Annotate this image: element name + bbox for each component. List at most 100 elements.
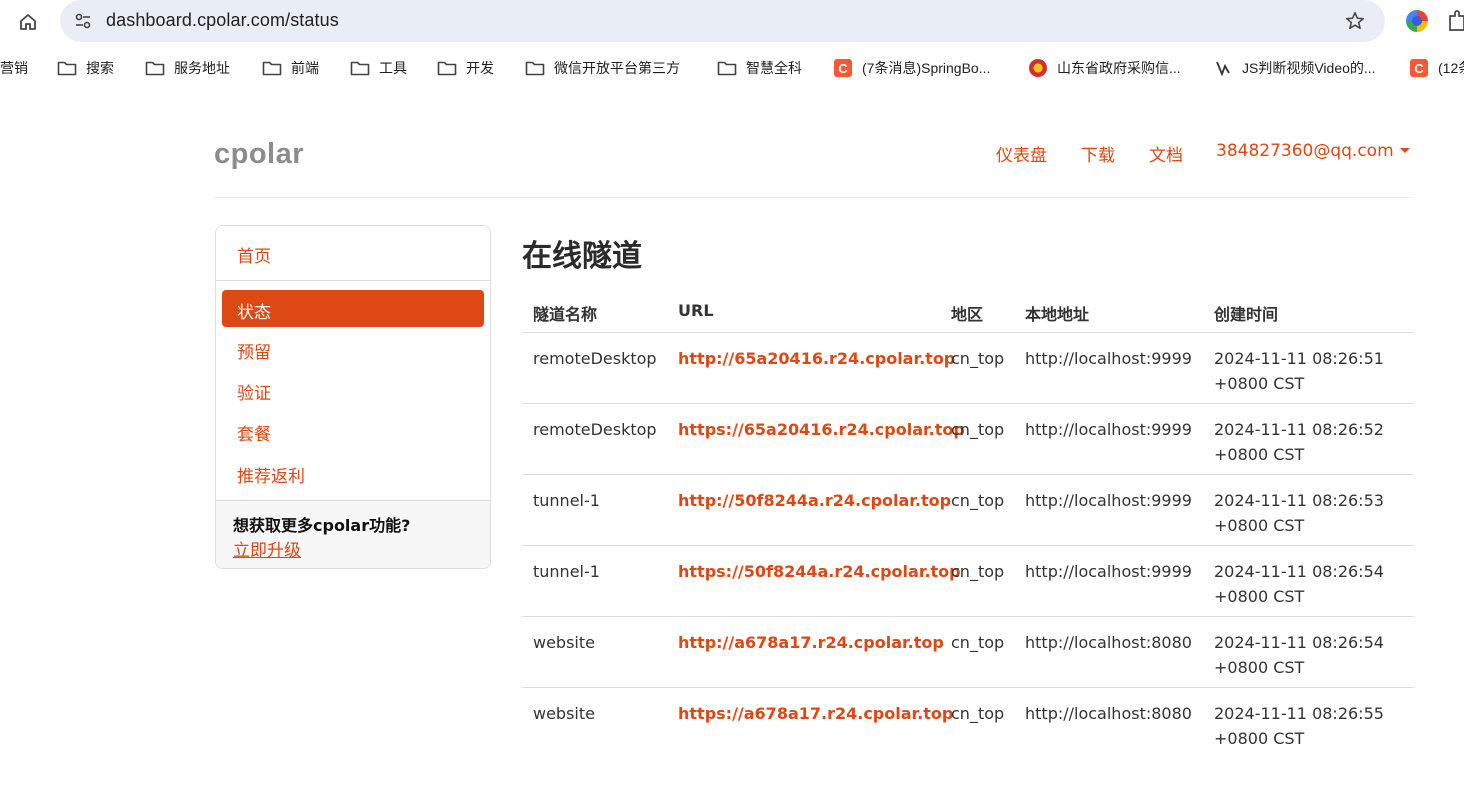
tunnel-name: tunnel-1 (533, 562, 600, 581)
account-email: 384827360@qq.com (1216, 141, 1394, 161)
tunnel-created-time: 2024-11-11 08:26:54 +0800 CST (1214, 559, 1384, 609)
sidebar: 首页 状态 预留 验证 套餐 推荐返利 想获取更多cpolar功能? 立即升级 (215, 225, 491, 569)
bookmark-label: 搜索 (86, 60, 114, 76)
brand-logo[interactable]: cpolar (214, 138, 304, 171)
tunnel-local-address: http://localhost:9999 (1025, 349, 1192, 368)
column-header: 本地地址 (1025, 305, 1090, 324)
extensions-puzzle-icon[interactable] (1446, 8, 1464, 34)
created-timezone: +0800 CST (1214, 658, 1305, 677)
tunnel-url-link[interactable]: http://50f8244a.r24.cpolar.top (678, 488, 951, 513)
upgrade-promo: 想获取更多cpolar功能? 立即升级 (216, 501, 490, 568)
bookmark-label: 山东省政府采购信... (1057, 60, 1181, 76)
sidebar-item-status[interactable]: 状态 (222, 290, 484, 327)
folder-icon (716, 58, 738, 78)
bookmark-label: 服务地址 (174, 60, 230, 76)
created-datetime: 2024-11-11 08:26:53 (1214, 491, 1384, 510)
url-text[interactable]: dashboard.cpolar.com/status (106, 10, 339, 31)
tunnel-url-link[interactable]: https://50f8244a.r24.cpolar.top (678, 559, 961, 584)
tunnel-url-link[interactable]: http://a678a17.r24.cpolar.top (678, 630, 944, 655)
bookmark-label: 营销 (0, 60, 28, 76)
promo-title: 想获取更多cpolar功能? (233, 516, 411, 535)
created-timezone: +0800 CST (1214, 445, 1305, 464)
nav-docs[interactable]: 文档 (1149, 141, 1183, 166)
table-header: 隧道名称 URL 地区 本地地址 创建时间 (522, 289, 1414, 333)
tunnel-url-link[interactable]: https://65a20416.r24.cpolar.top (678, 417, 965, 442)
csdn-icon: C (832, 58, 854, 78)
tunnel-created-time: 2024-11-11 08:26:55 +0800 CST (1214, 701, 1384, 751)
bookmark-folder[interactable]: 前端 (261, 50, 319, 86)
column-header: URL (678, 301, 714, 320)
header-divider (214, 197, 1414, 198)
tunnel-url-link[interactable]: https://a678a17.r24.cpolar.top (678, 701, 953, 726)
bookmark-label: 前端 (291, 60, 319, 76)
bookmark-label: 智慧全科 (746, 60, 802, 76)
bookmark-item[interactable]: 山东省政府采购信... (1027, 50, 1181, 86)
site-info-icon[interactable] (72, 10, 94, 32)
tunnel-region: cn_top (951, 420, 1005, 439)
table-row: remoteDesktop http://65a20416.r24.cpolar… (522, 333, 1414, 404)
tunnel-name: remoteDesktop (533, 349, 657, 368)
nav-download[interactable]: 下载 (1081, 141, 1115, 166)
sidebar-item-referral[interactable]: 推荐返利 (237, 462, 305, 487)
column-header: 隧道名称 (533, 305, 598, 324)
tunnel-region: cn_top (951, 704, 1005, 723)
column-header: 创建时间 (1214, 305, 1279, 324)
bookmark-folder[interactable]: 工具 (349, 50, 407, 86)
created-datetime: 2024-11-11 08:26:54 (1214, 633, 1384, 652)
tunnel-local-address: http://localhost:9999 (1025, 420, 1192, 439)
folder-icon (261, 58, 283, 78)
created-datetime: 2024-11-11 08:26:51 (1214, 349, 1384, 368)
created-datetime: 2024-11-11 08:26:55 (1214, 704, 1384, 723)
sidebar-item-reserved[interactable]: 预留 (237, 338, 271, 363)
address-bar[interactable]: dashboard.cpolar.com/status (60, 0, 1385, 42)
sidebar-item-label: 状态 (237, 303, 271, 323)
tunnel-url-link[interactable]: http://65a20416.r24.cpolar.top (678, 346, 955, 371)
tunnels-table: 隧道名称 URL 地区 本地地址 创建时间 remoteDesktop http… (522, 289, 1414, 759)
table-row: remoteDesktop https://65a20416.r24.cpola… (522, 404, 1414, 475)
tunnel-created-time: 2024-11-11 08:26:52 +0800 CST (1214, 417, 1384, 467)
home-icon[interactable] (14, 8, 42, 36)
column-header: 地区 (951, 305, 984, 324)
sidebar-item-auth[interactable]: 验证 (237, 379, 271, 404)
csdn-icon: C (1408, 58, 1430, 78)
table-row: website http://a678a17.r24.cpolar.top cn… (522, 617, 1414, 688)
bookmark-item[interactable]: JS判断视频Video的... (1212, 50, 1376, 86)
bookmark-folder[interactable]: 微信开放平台第三方 (524, 50, 680, 86)
extension-icon[interactable] (1406, 10, 1428, 32)
tunnel-local-address: http://localhost:9999 (1025, 491, 1192, 510)
created-timezone: +0800 CST (1214, 729, 1305, 748)
bookmark-star-icon[interactable] (1343, 9, 1367, 33)
sidebar-divider (216, 280, 490, 281)
tunnel-region: cn_top (951, 491, 1005, 510)
tunnel-region: cn_top (951, 349, 1005, 368)
created-datetime: 2024-11-11 08:26:54 (1214, 562, 1384, 581)
tunnel-local-address: http://localhost:8080 (1025, 704, 1192, 723)
folder-icon (524, 58, 546, 78)
folder-icon (144, 58, 166, 78)
caret-down-icon (1399, 147, 1410, 153)
table-row: tunnel-1 http://50f8244a.r24.cpolar.top … (522, 475, 1414, 546)
tunnel-created-time: 2024-11-11 08:26:54 +0800 CST (1214, 630, 1384, 680)
bookmark-folder[interactable]: 智慧全科 (716, 50, 802, 86)
tunnel-name: website (533, 633, 595, 652)
bookmark-folder[interactable]: 搜索 (56, 50, 114, 86)
bookmark-item[interactable]: 营销 (0, 50, 28, 86)
bookmark-label: 微信开放平台第三方 (554, 60, 680, 76)
bookmark-label: 工具 (379, 60, 407, 76)
tunnel-local-address: http://localhost:9999 (1025, 562, 1192, 581)
bookmark-label: (12条 (1438, 60, 1464, 76)
bookmark-folder[interactable]: 服务地址 (144, 50, 230, 86)
bookmark-label: JS判断视频Video的... (1242, 60, 1376, 76)
bookmark-item[interactable]: C (7条消息)SpringBo... (832, 50, 990, 86)
bookmark-item[interactable]: C (12条 (1408, 50, 1464, 86)
folder-icon (349, 58, 371, 78)
bookmark-folder[interactable]: 开发 (436, 50, 494, 86)
account-menu[interactable]: 384827360@qq.com (1216, 141, 1410, 161)
bookmark-label: (7条消息)SpringBo... (862, 60, 991, 76)
table-row: website https://a678a17.r24.cpolar.top c… (522, 688, 1414, 759)
sidebar-item-plans[interactable]: 套餐 (237, 420, 271, 445)
upgrade-link[interactable]: 立即升级 (233, 536, 301, 561)
tunnel-name: website (533, 704, 595, 723)
nav-dashboard[interactable]: 仪表盘 (996, 141, 1047, 166)
sidebar-item-home[interactable]: 首页 (237, 242, 271, 267)
